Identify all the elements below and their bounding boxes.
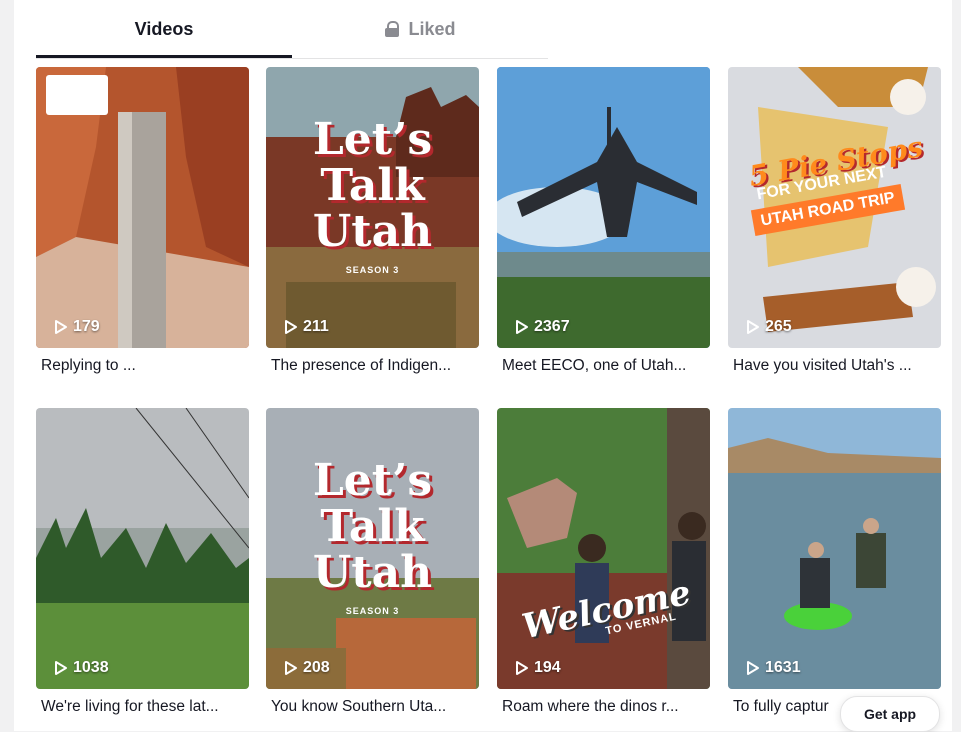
overlay-subtitle: SEASON 3 (345, 606, 400, 616)
view-count: 2367 (515, 318, 570, 336)
video-card[interactable]: Let’s Talk Utah SEASON 3 211 The presence … (266, 67, 479, 375)
video-caption: Replying to ... (41, 357, 136, 374)
video-thumbnail[interactable]: 1038 (36, 408, 249, 689)
video-thumbnail[interactable]: Let’s Talk Utah SEASON 3 211 (266, 67, 479, 348)
video-caption: Meet EECO, one of Utah... (502, 357, 687, 374)
video-card[interactable]: 5 Pie Stops FOR YOUR NEXT UTAH ROAD TRIP… (728, 67, 941, 375)
overlay-title: Let’s Talk Utah (312, 455, 433, 598)
get-app-button[interactable]: Get app (840, 696, 940, 732)
video-caption: Have you visited Utah's ... (733, 357, 912, 374)
overlay-title: Let’s Talk Utah (312, 114, 433, 257)
view-count: 1631 (746, 659, 801, 677)
video-caption: You know Southern Uta... (271, 698, 447, 715)
video-card[interactable]: Welcome TO VERNAL 194 Roam where the din… (497, 408, 710, 716)
play-icon (747, 320, 759, 334)
view-count: 194 (515, 659, 561, 677)
video-thumbnail[interactable]: 2367 (497, 67, 710, 348)
view-count: 179 (54, 318, 100, 336)
video-card[interactable]: 1038 We're living for these lat... (36, 408, 249, 716)
video-caption: We're living for these lat... (41, 698, 219, 715)
overlay-subtitle: SEASON 3 (345, 265, 400, 275)
video-card[interactable]: 179 Replying to ... (36, 67, 249, 375)
view-count: 1038 (54, 659, 109, 677)
tweet-overlay (46, 75, 108, 115)
play-icon (516, 661, 528, 675)
play-icon (55, 661, 67, 675)
tab-liked-label: Liked (408, 18, 456, 39)
view-count: 208 (284, 659, 330, 677)
play-icon (516, 320, 528, 334)
video-thumbnail[interactable]: 1631 (728, 408, 941, 689)
tab-liked[interactable]: Liked (292, 0, 548, 58)
video-thumbnail[interactable]: Let’s Talk Utah SEASON 3 208 (266, 408, 479, 689)
video-thumbnail[interactable]: Welcome TO VERNAL 194 (497, 408, 710, 689)
tab-videos-label: Videos (134, 18, 194, 39)
tab-bar: Videos Liked (36, 0, 548, 59)
play-icon (285, 661, 297, 675)
tab-videos[interactable]: Videos (36, 0, 292, 58)
video-caption: The presence of Indigen... (271, 357, 452, 374)
view-count: 265 (746, 318, 792, 336)
lock-icon (384, 21, 400, 37)
video-thumbnail[interactable]: 179 (36, 67, 249, 348)
video-thumbnail[interactable]: 5 Pie Stops FOR YOUR NEXT UTAH ROAD TRIP… (728, 67, 941, 348)
video-card[interactable]: 2367 Meet EECO, one of Utah... (497, 67, 710, 375)
view-count: 211 (284, 318, 329, 336)
play-icon (285, 320, 297, 334)
active-tab-indicator (36, 55, 292, 58)
video-caption: Roam where the dinos r... (502, 698, 679, 715)
play-icon (747, 661, 759, 675)
video-card[interactable]: Let’s Talk Utah SEASON 3 208 You know Sout… (266, 408, 479, 716)
video-card[interactable]: 1631 To fully captur (728, 408, 941, 716)
play-icon (55, 320, 67, 334)
